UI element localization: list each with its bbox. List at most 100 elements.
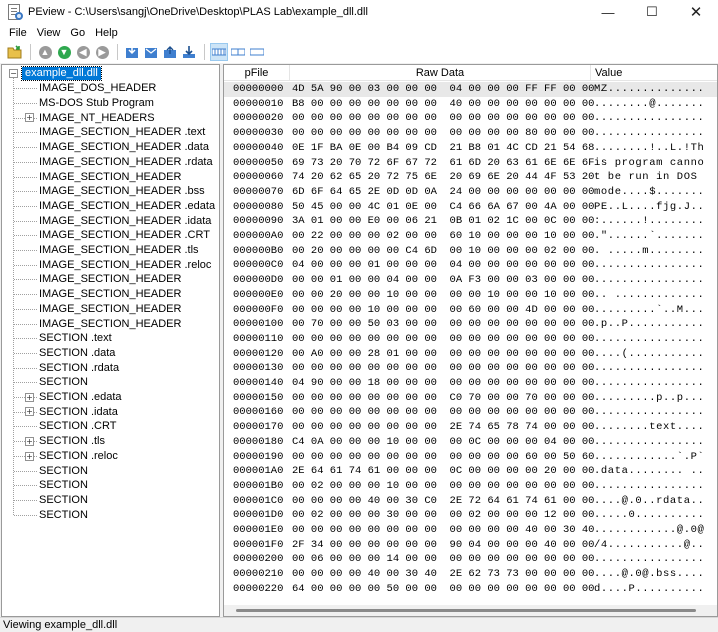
hex-row[interactable]: 000000A0 00 22 00 00 00 02 00 00 60 10 00… xyxy=(224,229,717,244)
tree-item[interactable]: SECTION .CRT xyxy=(39,419,116,434)
hex-row[interactable]: 000000C0 04 00 00 00 01 00 00 00 04 00 00… xyxy=(224,258,717,273)
forward-icon[interactable]: ▼ xyxy=(55,43,73,61)
hex-row[interactable]: 00000110 00 00 00 00 00 00 00 00 00 00 00… xyxy=(224,332,717,347)
tree-item[interactable]: IMAGE_NT_HEADERS xyxy=(39,110,155,125)
tree-item[interactable]: SECTION xyxy=(39,463,88,478)
tree-item[interactable]: IMAGE_SECTION_HEADER xyxy=(39,316,181,331)
hex-row[interactable]: 000000F0 00 00 00 00 10 00 00 00 00 60 00… xyxy=(224,303,717,318)
tree-item[interactable]: SECTION .idata xyxy=(39,404,118,419)
tree-root[interactable]: example_dll.dll xyxy=(21,65,102,81)
view-dwords-icon[interactable] xyxy=(248,43,266,61)
tree-item[interactable]: IMAGE_SECTION_HEADER xyxy=(39,169,181,184)
column-header-raw-data[interactable]: Raw Data xyxy=(290,65,591,81)
open-file-icon[interactable] xyxy=(6,43,24,61)
hex-row[interactable]: 00000170 00 00 00 00 00 00 00 00 2E 74 65… xyxy=(224,420,717,435)
view-bytes-icon[interactable] xyxy=(210,43,228,61)
hex-row[interactable]: 00000100 00 70 00 00 50 03 00 00 00 00 00… xyxy=(224,317,717,332)
hex-row[interactable]: 000001F0 2F 34 00 00 00 00 00 00 90 04 00… xyxy=(224,538,717,553)
pfile-cell: 00000170 xyxy=(233,421,284,434)
tree-item[interactable]: IMAGE_SECTION_HEADER .data xyxy=(39,140,209,155)
hex-list-pane[interactable]: pFile Raw Data Value 00000000 4D 5A 90 00… xyxy=(223,64,718,617)
tree-item[interactable]: IMAGE_DOS_HEADER xyxy=(39,81,156,96)
tree-item[interactable]: MS-DOS Stub Program xyxy=(39,96,154,111)
root-collapse-toggle[interactable]: − xyxy=(9,69,18,78)
menu-view[interactable]: View xyxy=(32,27,66,39)
tree-item[interactable]: IMAGE_SECTION_HEADER .rdata xyxy=(39,155,213,170)
hex-row[interactable]: 000001E0 00 00 00 00 00 00 00 00 00 00 00… xyxy=(224,523,717,538)
tree-pane[interactable]: − example_dll.dll IMAGE_DOS_HEADER MS-DOS… xyxy=(1,64,220,617)
tree-item[interactable]: IMAGE_SECTION_HEADER xyxy=(39,272,181,287)
tree-item[interactable]: SECTION xyxy=(39,375,88,390)
tree-expand-toggle[interactable]: + xyxy=(25,392,34,402)
hex-row[interactable]: 00000050 69 73 20 70 72 6F 67 72 61 6D 20… xyxy=(224,156,717,171)
hex-row[interactable]: 000001C0 00 00 00 00 40 00 30 C0 2E 72 64… xyxy=(224,494,717,509)
tree-item[interactable]: IMAGE_SECTION_HEADER .tls xyxy=(39,243,199,258)
menu-go[interactable]: Go xyxy=(65,27,90,39)
tree-item[interactable]: IMAGE_SECTION_HEADER .text xyxy=(39,125,205,140)
tree-item[interactable]: SECTION .edata xyxy=(39,390,122,405)
tree-item[interactable]: IMAGE_SECTION_HEADER xyxy=(39,302,181,317)
hex-row[interactable]: 00000130 00 00 00 00 00 00 00 00 00 00 00… xyxy=(224,361,717,376)
hex-row[interactable]: 00000090 3A 01 00 00 E0 00 06 21 0B 01 02… xyxy=(224,214,717,229)
hex-row[interactable]: 00000000 4D 5A 90 00 03 00 00 00 04 00 00… xyxy=(224,82,717,97)
hex-row[interactable]: 00000010 B8 00 00 00 00 00 00 00 40 00 00… xyxy=(224,97,717,112)
hex-row[interactable]: 000001B0 00 02 00 00 00 10 00 00 00 00 00… xyxy=(224,479,717,494)
tree-expand-toggle[interactable]: + xyxy=(25,113,34,123)
tree-item[interactable]: IMAGE_SECTION_HEADER .bss xyxy=(39,184,205,199)
view-words-icon[interactable] xyxy=(229,43,247,61)
tree-item[interactable]: SECTION xyxy=(39,493,88,508)
tree-item[interactable]: SECTION .reloc xyxy=(39,449,118,464)
hex-row[interactable]: 00000070 6D 6F 64 65 2E 0D 0D 0A 24 00 00… xyxy=(224,185,717,200)
hex-row[interactable]: 000000B0 00 20 00 00 00 00 C4 6D 00 10 00… xyxy=(224,244,717,259)
hex-row[interactable]: 00000020 00 00 00 00 00 00 00 00 00 00 00… xyxy=(224,111,717,126)
tree-item[interactable]: IMAGE_SECTION_HEADER .edata xyxy=(39,199,215,214)
export-icon[interactable] xyxy=(161,43,179,61)
hex-row[interactable]: 00000080 50 45 00 00 4C 01 0E 00 C4 66 6A… xyxy=(224,200,717,215)
hex-row[interactable]: 00000140 04 90 00 00 18 00 00 00 00 00 00… xyxy=(224,376,717,391)
menu-file[interactable]: File xyxy=(4,27,32,39)
next-icon[interactable]: ▶ xyxy=(93,43,111,61)
minimize-button[interactable]: — xyxy=(586,0,630,24)
hex-row[interactable]: 000000D0 00 00 01 00 00 04 00 00 0A F3 00… xyxy=(224,273,717,288)
download-icon[interactable] xyxy=(180,43,198,61)
tree-item[interactable]: SECTION .text xyxy=(39,331,112,346)
close-button[interactable]: ✕ xyxy=(674,0,718,24)
column-header-pfile[interactable]: pFile xyxy=(224,65,290,81)
hex-row[interactable]: 00000160 00 00 00 00 00 00 00 00 00 00 00… xyxy=(224,405,717,420)
tree-item[interactable]: IMAGE_SECTION_HEADER .reloc xyxy=(39,257,211,272)
send-icon[interactable] xyxy=(142,43,160,61)
hex-row[interactable]: 00000210 00 00 00 00 40 00 30 40 2E 62 73… xyxy=(224,567,717,582)
tree-item[interactable]: SECTION xyxy=(39,507,88,522)
tree-expand-toggle[interactable]: + xyxy=(25,451,34,461)
menu-help[interactable]: Help xyxy=(90,27,123,39)
horizontal-scroll-thumb[interactable] xyxy=(236,609,696,612)
up-icon[interactable]: ▲ xyxy=(36,43,54,61)
tree-item[interactable]: IMAGE_SECTION_HEADER xyxy=(39,287,181,302)
column-header-value[interactable]: Value xyxy=(591,65,717,81)
tree-item[interactable]: SECTION .tls xyxy=(39,434,105,449)
save-section-icon[interactable] xyxy=(123,43,141,61)
hex-row[interactable]: 000000E0 00 00 20 00 00 10 00 00 00 00 10… xyxy=(224,288,717,303)
hex-row[interactable]: 00000220 64 00 00 00 00 50 00 00 00 00 00… xyxy=(224,582,717,597)
hex-row[interactable]: 00000190 00 00 00 00 00 00 00 00 00 00 00… xyxy=(224,450,717,465)
hex-row[interactable]: 000001A0 2E 64 61 74 61 00 00 00 0C 00 00… xyxy=(224,464,717,479)
hex-row[interactable]: 00000060 74 20 62 65 20 72 75 6E 20 69 6E… xyxy=(224,170,717,185)
window-title: PEview - C:\Users\sangj\OneDrive\Desktop… xyxy=(28,6,368,18)
hex-row[interactable]: 000001D0 00 02 00 00 00 30 00 00 00 02 00… xyxy=(224,508,717,523)
tree-expand-toggle[interactable]: + xyxy=(25,407,34,417)
hex-row[interactable]: 00000150 00 00 00 00 00 00 00 00 C0 70 00… xyxy=(224,391,717,406)
tree-item[interactable]: SECTION .rdata xyxy=(39,360,119,375)
hex-row[interactable]: 00000180 C4 0A 00 00 00 10 00 00 00 0C 00… xyxy=(224,435,717,450)
back-icon[interactable]: ◀ xyxy=(74,43,92,61)
tree-item[interactable]: IMAGE_SECTION_HEADER .idata xyxy=(39,213,211,228)
maximize-button[interactable]: ☐ xyxy=(630,0,674,24)
horizontal-scrollbar[interactable] xyxy=(224,605,717,616)
hex-row[interactable]: 00000040 0E 1F BA 0E 00 B4 09 CD 21 B8 01… xyxy=(224,141,717,156)
hex-row[interactable]: 00000030 00 00 00 00 00 00 00 00 00 00 00… xyxy=(224,126,717,141)
tree-item[interactable]: SECTION .data xyxy=(39,346,115,361)
tree-item[interactable]: IMAGE_SECTION_HEADER .CRT xyxy=(39,228,210,243)
tree-expand-toggle[interactable]: + xyxy=(25,436,34,446)
tree-item[interactable]: SECTION xyxy=(39,478,88,493)
hex-row[interactable]: 00000200 00 06 00 00 00 14 00 00 00 00 00… xyxy=(224,552,717,567)
hex-row[interactable]: 00000120 00 A0 00 00 28 01 00 00 00 00 00… xyxy=(224,347,717,362)
